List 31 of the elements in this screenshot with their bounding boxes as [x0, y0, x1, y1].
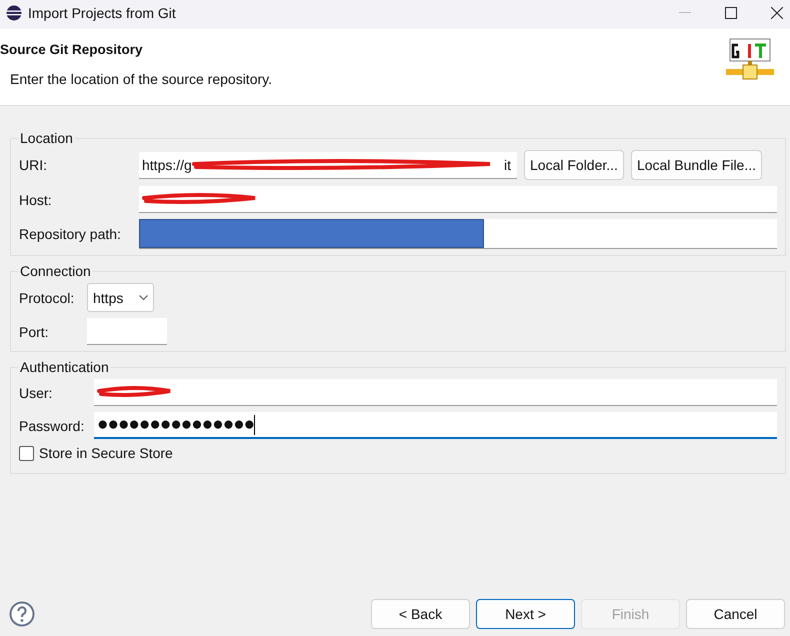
browse-button[interactable]: Local Bundle File... [630, 150, 762, 180]
field-label: Port: [19, 324, 50, 340]
page-description: Enter the location of the source repository. [10, 71, 273, 87]
close-icon[interactable] [771, 6, 783, 18]
field-label: URI: [19, 157, 48, 173]
page-title: Source Git Repository [0, 42, 144, 57]
password-field[interactable]: ●●●●●●●●●●●●●●● [94, 412, 777, 439]
uri-field[interactable]: https://g it [139, 152, 517, 178]
repository-path-field[interactable] [139, 219, 777, 249]
protocol-dropdown[interactable]: https [87, 283, 154, 312]
group-title: Authentication [19, 359, 110, 375]
browse-button[interactable]: Local Folder... [524, 150, 624, 180]
field-label: Password: [19, 418, 86, 434]
window-title: Import Projects from Git [28, 4, 176, 20]
field-label: Protocol: [19, 290, 76, 306]
eclipse-icon [6, 4, 22, 20]
chevron-down-icon [139, 295, 148, 300]
group-title: Connection [19, 263, 92, 279]
store-checkbox[interactable]: Store in Secure Store [19, 445, 785, 461]
field-label: Repository path: [19, 226, 122, 242]
host-field[interactable] [139, 186, 777, 213]
help-icon[interactable] [9, 601, 35, 627]
field-label: Host: [19, 192, 53, 208]
port-field[interactable] [87, 318, 167, 345]
group-title: Location [19, 130, 74, 146]
wizard-button[interactable]: Cancel [686, 599, 785, 629]
wizard-button[interactable]: Next > [476, 599, 575, 629]
wizard-button[interactable]: < Back [371, 599, 470, 629]
user-field[interactable] [94, 379, 777, 406]
field-label: User: [19, 384, 54, 400]
maximize-icon[interactable] [725, 6, 737, 18]
